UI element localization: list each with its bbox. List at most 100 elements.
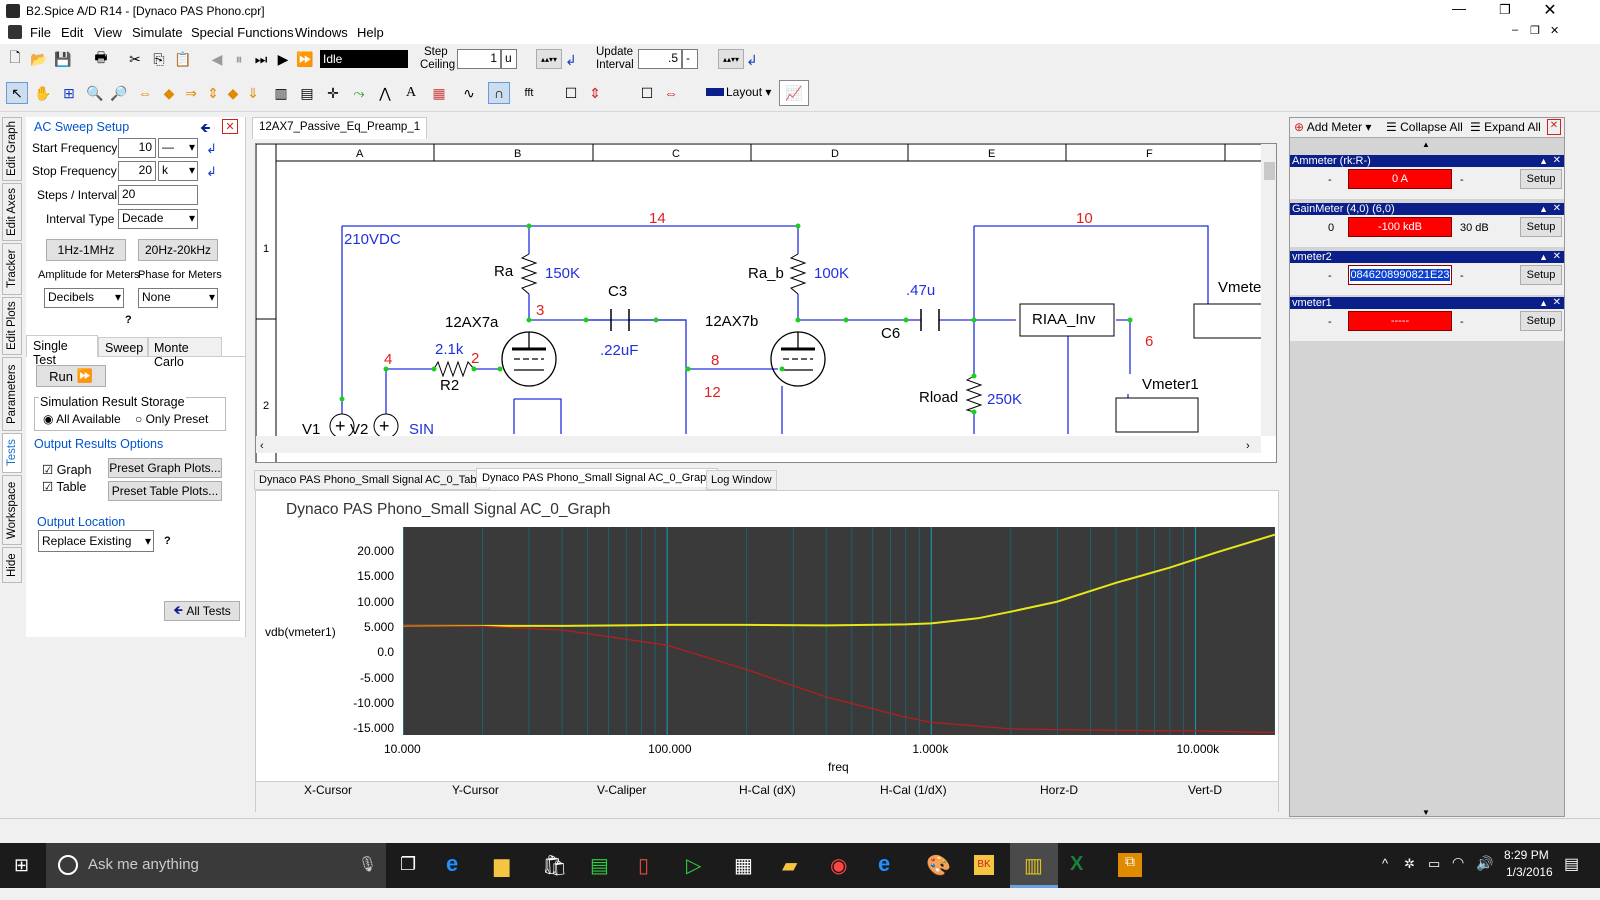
task-view-icon[interactable]: ❐ xyxy=(400,854,416,875)
print-icon[interactable]: 🖶 xyxy=(90,48,112,70)
microphone-icon[interactable]: 🎙 xyxy=(358,855,377,873)
step-forward-icon[interactable]: ⏭ xyxy=(250,48,272,70)
horizontal-cursor-icon[interactable]: ☐ xyxy=(636,82,658,104)
clock-time[interactable]: 8:29 PM xyxy=(1504,848,1549,862)
align-bottom-icon[interactable]: ⇓ xyxy=(242,82,264,104)
vertical-caliper-icon[interactable]: ⇕ xyxy=(584,82,606,104)
paint-icon[interactable]: 🎨 xyxy=(926,853,951,878)
menu-simulate[interactable]: Simulate xyxy=(132,25,183,40)
graph-checkbox[interactable]: ☑ Graph xyxy=(42,462,91,477)
waveform-icon[interactable]: ∿ xyxy=(458,82,480,104)
menu-windows[interactable]: Windows xyxy=(295,25,348,40)
cut-icon[interactable]: ✂ xyxy=(124,48,146,70)
play-icon[interactable]: ▶ xyxy=(272,48,294,70)
start-frequency-input[interactable]: 10 xyxy=(118,138,156,158)
pause-icon[interactable]: ⏸ xyxy=(228,48,250,70)
tab-monte-carlo[interactable]: Monte Carlo xyxy=(148,337,222,369)
step-ceiling-input[interactable]: 1 xyxy=(457,49,501,69)
align-right-icon[interactable]: ⇒ xyxy=(180,82,202,104)
row-icon[interactable]: ▤ xyxy=(296,82,318,104)
preset-1hz-1mhz-button[interactable]: 1Hz-1MHz xyxy=(46,239,126,261)
tab-table[interactable]: Dynaco PAS Phono_Small Signal AC_0_Table xyxy=(254,470,491,490)
update-interval-unit[interactable]: - xyxy=(682,49,698,69)
document-app-icon[interactable]: ▯ xyxy=(638,853,649,878)
h-cal-dx-label[interactable]: H-Cal (dX) xyxy=(739,783,796,797)
meter-setup-button[interactable]: Setup xyxy=(1520,169,1562,189)
save-icon[interactable]: 💾 xyxy=(52,48,74,70)
start-frequency-unit[interactable]: — ▾ xyxy=(158,138,198,158)
all-tests-button[interactable]: 🡸 All Tests xyxy=(164,601,240,621)
table-checkbox[interactable]: ☑ Table xyxy=(42,479,86,494)
stop-return-icon[interactable]: ↲ xyxy=(206,164,217,180)
update-interval-spinner[interactable]: ▴▴▾▾ xyxy=(718,49,744,69)
tray-chevron-icon[interactable]: ^ xyxy=(1382,856,1388,871)
panel-close-icon[interactable]: ✕ xyxy=(222,119,238,134)
wifi-icon[interactable]: ◠ xyxy=(1452,854,1464,871)
schematic-tab[interactable]: 12AX7_Passive_Eq_Preamp_1 xyxy=(252,117,428,139)
mdi-restore-button[interactable]: ❐ xyxy=(1530,24,1540,37)
excel-icon[interactable]: X xyxy=(1070,853,1083,876)
b2spice-taskbar-item[interactable]: ▥ xyxy=(1010,843,1058,888)
menu-help[interactable]: Help xyxy=(357,25,384,40)
meter-close-icon[interactable]: ✕ xyxy=(1553,203,1561,215)
network-app-icon[interactable]: ▤ xyxy=(590,853,609,878)
align-middle-icon[interactable]: ◆ xyxy=(222,82,244,104)
meters-close-icon[interactable]: ✕ xyxy=(1547,119,1561,135)
meter-setup-button[interactable]: Setup xyxy=(1520,265,1562,285)
paste-icon[interactable]: 📋 xyxy=(172,48,194,70)
h-cal-1dx-label[interactable]: H-Cal (1/dX) xyxy=(880,783,947,797)
tab-log-window[interactable]: Log Window xyxy=(706,470,777,490)
folder-icon[interactable]: ▰ xyxy=(782,853,797,878)
mdi-minimize-button[interactable]: – xyxy=(1512,24,1518,36)
battery-icon[interactable]: ▭ xyxy=(1428,856,1440,872)
tab-single-test[interactable]: Single Test xyxy=(26,335,98,367)
bk-app-icon[interactable]: BK xyxy=(974,855,994,875)
start-return-icon[interactable]: ↲ xyxy=(206,141,217,157)
location-help-icon[interactable]: ? xyxy=(164,535,171,547)
pan-hand-icon[interactable]: ✋ xyxy=(32,82,54,104)
calculator-icon[interactable]: ▦ xyxy=(734,853,753,878)
meter-collapse-icon[interactable]: ▲ xyxy=(1539,297,1548,309)
vtab-tracker[interactable]: Tracker xyxy=(2,243,22,295)
zoom-in-icon[interactable]: 🔍 xyxy=(84,82,106,104)
storage-preset-radio[interactable]: ○ Only Preset xyxy=(135,412,208,426)
notification-icon[interactable]: ▤ xyxy=(1564,854,1579,874)
text-icon[interactable]: A xyxy=(400,82,422,104)
ie-icon[interactable]: e xyxy=(878,851,890,877)
meter-close-icon[interactable]: ✕ xyxy=(1553,251,1561,263)
v-caliper-label[interactable]: V-Caliper xyxy=(597,783,646,797)
chrome-icon[interactable]: ◉ xyxy=(830,853,847,878)
meter-setup-button[interactable]: Setup xyxy=(1520,217,1562,237)
tab-graph[interactable]: Dynaco PAS Phono_Small Signal AC_0_Graph xyxy=(476,468,719,487)
scroll-up-icon[interactable]: ▲ xyxy=(1422,140,1430,149)
crosshair-icon[interactable]: ✛ xyxy=(322,82,344,104)
zoom-fit-icon[interactable]: ⊞ xyxy=(58,82,80,104)
logic-app-icon[interactable]: ▷ xyxy=(686,853,701,878)
meter-collapse-icon[interactable]: ▲ xyxy=(1539,155,1548,167)
expand-all-button[interactable]: ☰ Expand All xyxy=(1470,120,1541,134)
vtab-parameters[interactable]: Parameters xyxy=(2,357,22,431)
copy-icon[interactable]: ⎘ xyxy=(148,48,170,70)
menu-edit[interactable]: Edit xyxy=(61,25,83,40)
meter-close-icon[interactable]: ✕ xyxy=(1553,297,1561,309)
step-ceiling-unit[interactable]: u xyxy=(501,49,517,69)
volume-icon[interactable]: 🔊 xyxy=(1476,855,1493,872)
storage-all-radio[interactable]: ◉ All Available xyxy=(43,412,121,426)
meter-collapse-icon[interactable]: ▲ xyxy=(1539,251,1548,263)
tab-sweep[interactable]: Sweep xyxy=(98,337,148,357)
new-file-icon[interactable]: 🗋 xyxy=(4,48,26,70)
pin-arrow-icon[interactable]: 🡸 xyxy=(200,119,220,135)
layout-dropdown[interactable]: Layout ▾ xyxy=(726,85,771,99)
bode-icon[interactable]: ∩ xyxy=(488,82,510,104)
peak-icon[interactable]: ⋀ xyxy=(374,82,396,104)
x-cursor-label[interactable]: X-Cursor xyxy=(304,783,352,797)
help-icon[interactable]: ? xyxy=(125,314,132,326)
align-h-icon[interactable]: ⇔ xyxy=(134,82,156,104)
vert-d-label[interactable]: Vert-D xyxy=(1188,783,1222,797)
phase-select[interactable]: None ▾ xyxy=(138,288,218,308)
vtab-edit-axes[interactable]: Edit Axes xyxy=(2,183,22,241)
minimize-button[interactable]: — xyxy=(1444,0,1474,22)
vertical-cursor-icon[interactable]: ☐ xyxy=(560,82,582,104)
close-button[interactable]: ✕ xyxy=(1535,0,1565,22)
meter-setup-button[interactable]: Setup xyxy=(1520,311,1562,331)
